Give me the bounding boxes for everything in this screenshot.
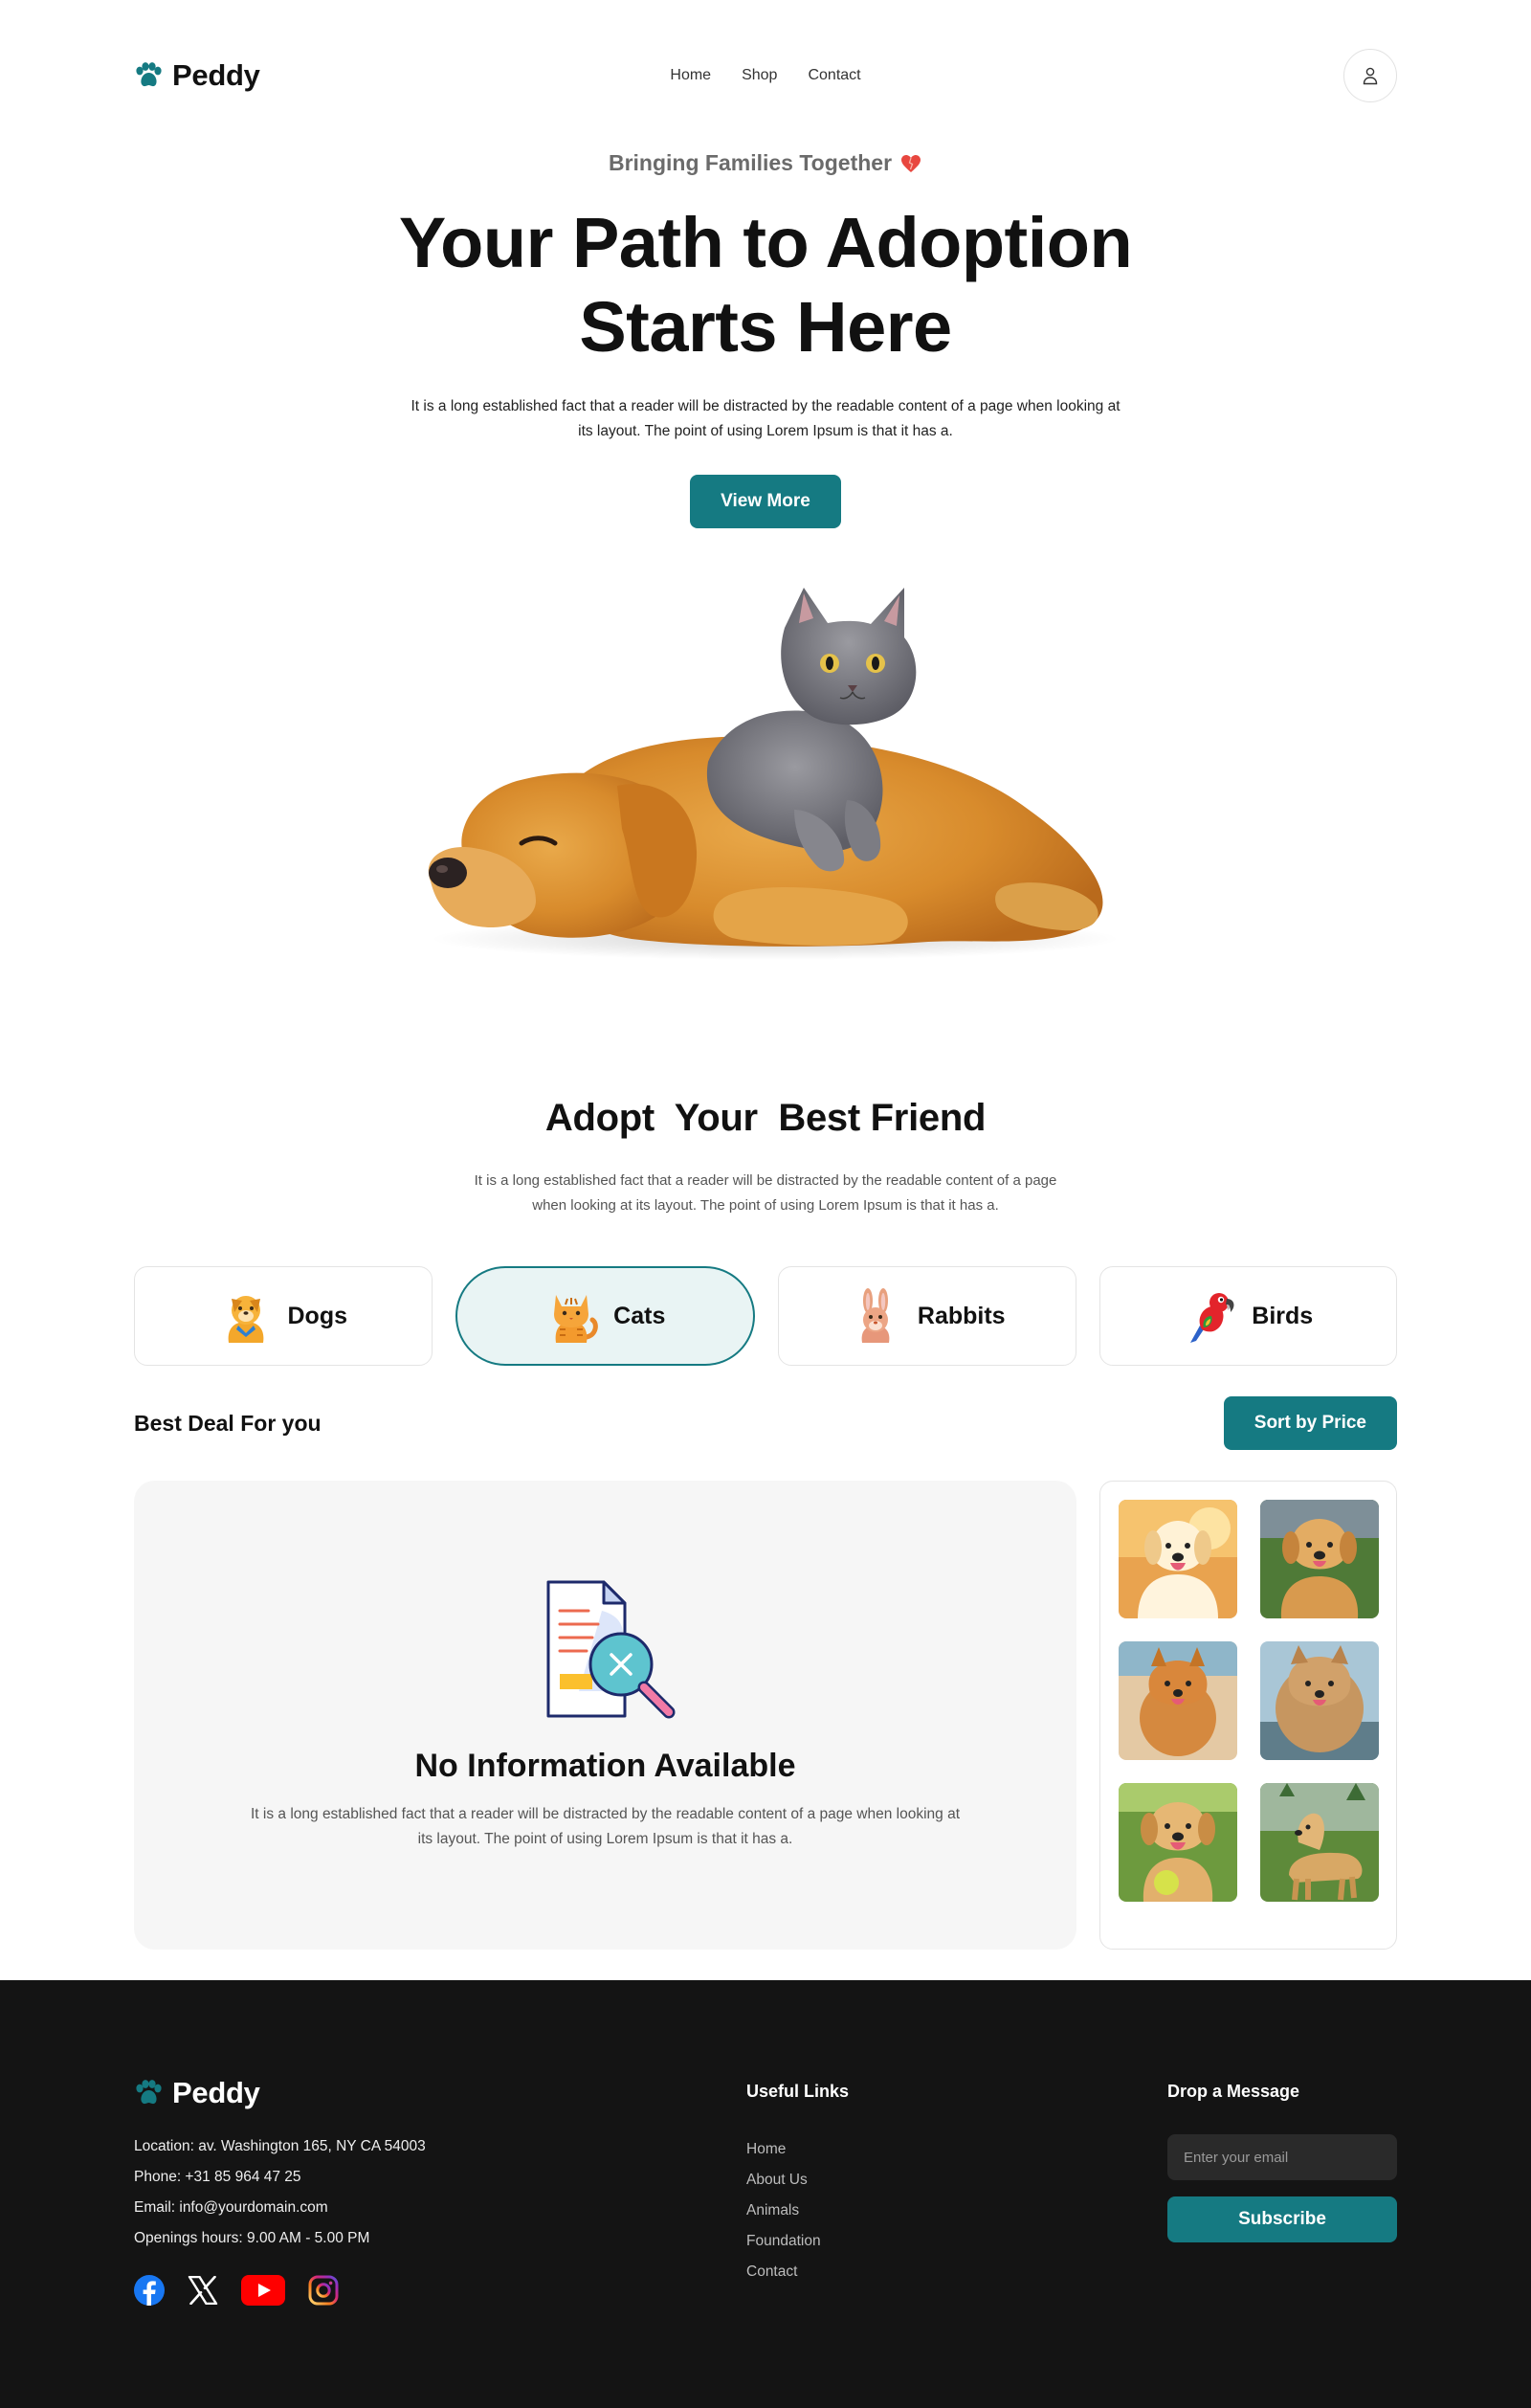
heart-icon bbox=[901, 154, 921, 172]
pet-thumbnail-grid bbox=[1099, 1481, 1397, 1950]
footer-link-home[interactable]: Home bbox=[746, 2134, 1167, 2165]
newsletter-email-input[interactable] bbox=[1167, 2134, 1397, 2180]
adopt-description: It is a long established fact that a rea… bbox=[474, 1172, 1057, 1214]
paw-icon bbox=[136, 2080, 162, 2105]
document-search-icon bbox=[546, 1580, 675, 1719]
footer-newsletter: Drop a Message Subscribe bbox=[1167, 2076, 1397, 2306]
footer-link-about-us[interactable]: About Us bbox=[746, 2165, 1167, 2196]
cat-icon bbox=[554, 1295, 599, 1343]
youtube-icon[interactable] bbox=[241, 2275, 285, 2306]
category-rabbits[interactable]: Rabbits bbox=[778, 1266, 1076, 1366]
hero-dog-cat-image bbox=[392, 570, 1139, 992]
footer-location: Location: av. Washington 165, NY CA 5400… bbox=[134, 2138, 426, 2154]
footer-link-foundation[interactable]: Foundation bbox=[746, 2226, 1167, 2257]
parrot-icon bbox=[1190, 1293, 1234, 1343]
brand-name: Peddy bbox=[172, 57, 260, 92]
adopt-title: Adopt Your Best Friend bbox=[544, 1097, 987, 1139]
category-dogs[interactable]: Dogs bbox=[134, 1266, 433, 1366]
dog-icon bbox=[228, 1296, 263, 1343]
category-birds[interactable]: Birds bbox=[1098, 1266, 1397, 1366]
useful-links-list: Home About Us Animals Foundation Contact bbox=[746, 2134, 1167, 2287]
pet-thumbnail[interactable] bbox=[1118, 1500, 1237, 1618]
empty-state-title: No Information Available bbox=[414, 1748, 796, 1784]
footer-useful-links: Useful Links Home About Us Animals Found… bbox=[746, 2076, 1167, 2306]
facebook-icon[interactable] bbox=[134, 2275, 165, 2306]
hero-title-line-1: Your Path to Adoption bbox=[398, 203, 1133, 282]
hero-title: Your Path to Adoption Starts Here bbox=[134, 201, 1397, 369]
rabbit-icon bbox=[861, 1288, 890, 1343]
footer-info: Location: av. Washington 165, NY CA 5400… bbox=[134, 2131, 746, 2254]
account-button[interactable] bbox=[1343, 48, 1397, 102]
footer-brand-logo[interactable]: Peddy bbox=[134, 2076, 746, 2110]
footer-phone: Phone: +31 85 964 47 25 bbox=[134, 2169, 301, 2185]
newsletter-heading: Drop a Message bbox=[1167, 2082, 1300, 2101]
category-dogs-label: Dogs bbox=[287, 1302, 348, 1329]
footer-link-contact[interactable]: Contact bbox=[746, 2257, 1167, 2287]
adopt-section: Adopt Your Best Friend It is a long esta… bbox=[134, 1097, 1397, 1218]
subscribe-button[interactable]: Subscribe bbox=[1167, 2196, 1397, 2242]
category-rabbits-label: Rabbits bbox=[917, 1302, 1006, 1329]
category-tabs: Dogs Cats Rabbits Birds bbox=[134, 1266, 1397, 1366]
top-nav: Peddy Home Shop Contact bbox=[134, 0, 1397, 150]
pet-thumbnail[interactable] bbox=[1259, 1500, 1379, 1618]
category-cats-label: Cats bbox=[613, 1302, 666, 1329]
brand-logo[interactable]: Peddy bbox=[134, 58, 260, 93]
hero-description: It is a long established fact that a rea… bbox=[410, 398, 1121, 439]
category-cats[interactable]: Cats bbox=[455, 1266, 755, 1366]
social-links bbox=[134, 2275, 746, 2306]
deals-content: No Information Available It is a long es… bbox=[134, 1481, 1397, 1950]
deal-title: Best Deal For you bbox=[134, 1410, 322, 1436]
hero-eyebrow-text: Bringing Families Together bbox=[608, 150, 893, 175]
nav-link-contact[interactable]: Contact bbox=[808, 67, 860, 84]
hero-eyebrow: Bringing Families Together bbox=[609, 150, 922, 176]
pet-thumbnail[interactable] bbox=[1259, 1641, 1379, 1760]
hero-title-line-2: Starts Here bbox=[579, 287, 952, 367]
paw-icon bbox=[136, 61, 162, 86]
footer-link-animals[interactable]: Animals bbox=[746, 2196, 1167, 2226]
nav-link-shop[interactable]: Shop bbox=[742, 67, 777, 84]
footer: Peddy Location: av. Washington 165, NY C… bbox=[0, 1980, 1531, 2408]
footer-email: Email: info@yourdomain.com bbox=[134, 2199, 328, 2216]
footer-contact: Peddy Location: av. Washington 165, NY C… bbox=[134, 2076, 746, 2306]
nav-link-home[interactable]: Home bbox=[670, 67, 711, 84]
pet-thumbnail[interactable] bbox=[1118, 1641, 1237, 1760]
pet-thumbnail[interactable] bbox=[1118, 1783, 1237, 1902]
deal-header: Best Deal For you Sort by Price bbox=[134, 1396, 1397, 1450]
hero-section: Bringing Families Together Your Path to … bbox=[134, 150, 1397, 992]
x-twitter-icon[interactable] bbox=[188, 2276, 218, 2305]
pet-thumbnail[interactable] bbox=[1259, 1783, 1379, 1902]
useful-links-heading: Useful Links bbox=[746, 2082, 850, 2101]
view-more-button[interactable]: View More bbox=[690, 475, 841, 528]
empty-state-panel: No Information Available It is a long es… bbox=[134, 1481, 1076, 1950]
footer-brand-name: Peddy bbox=[172, 2076, 260, 2109]
category-birds-label: Birds bbox=[1252, 1302, 1314, 1329]
instagram-icon[interactable] bbox=[308, 2275, 339, 2306]
empty-state-description: It is a long established fact that a rea… bbox=[250, 1806, 961, 1847]
user-icon bbox=[1363, 67, 1378, 84]
main-nav: Home Shop Contact bbox=[670, 67, 860, 84]
sort-by-price-button[interactable]: Sort by Price bbox=[1223, 1396, 1397, 1450]
footer-hours: Openings hours: 9.00 AM - 5.00 PM bbox=[134, 2230, 370, 2246]
